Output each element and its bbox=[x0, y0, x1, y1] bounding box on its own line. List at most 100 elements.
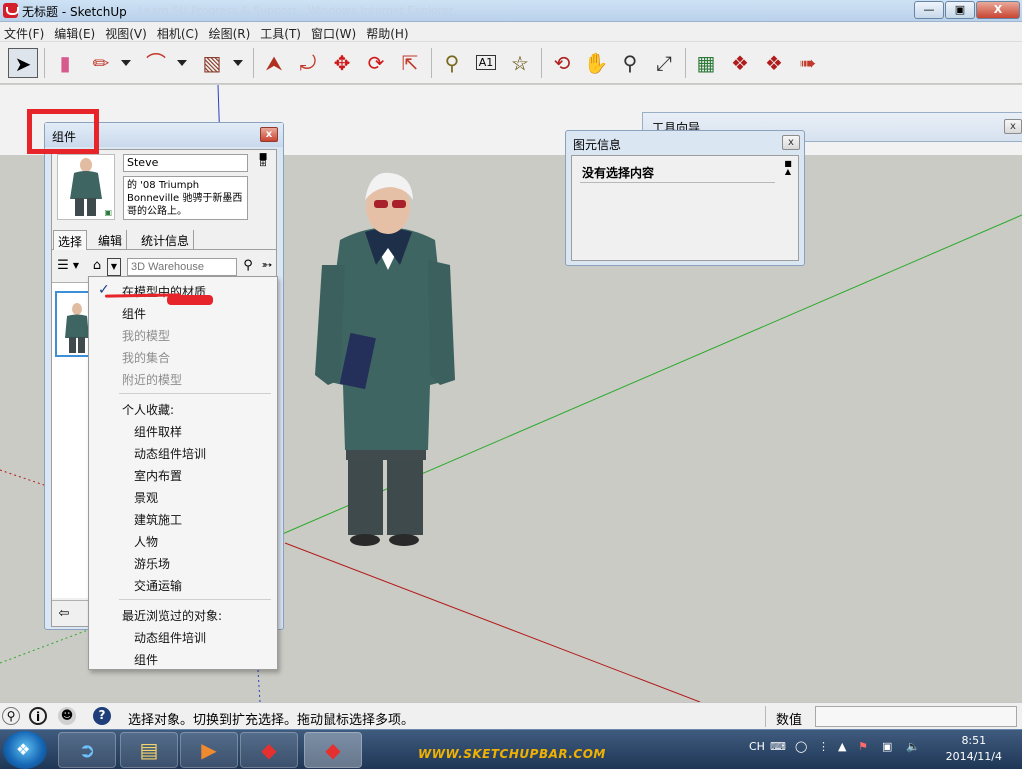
entity-info-window: 图元信息 x 没有选择内容 ■ ▲ bbox=[565, 130, 805, 266]
component-badge-icon: ▣ bbox=[104, 208, 112, 217]
warehouse-search-input[interactable] bbox=[127, 258, 237, 276]
network-icon[interactable]: ▣ bbox=[882, 740, 892, 753]
forward-icon[interactable]: ➳ bbox=[259, 258, 275, 274]
red-underline-annotation-tail bbox=[167, 295, 213, 305]
volume-icon[interactable]: 🔈 bbox=[906, 740, 920, 753]
close-button[interactable]: X bbox=[976, 1, 1020, 19]
language-indicator[interactable]: CH bbox=[749, 740, 765, 753]
menu-item-components[interactable]: 组件 bbox=[122, 305, 146, 322]
share-model-button[interactable]: ❖ bbox=[759, 48, 789, 78]
maximize-button[interactable]: ▣ bbox=[945, 1, 975, 19]
tab-statistics[interactable]: 统计信息 bbox=[137, 230, 195, 250]
menu-file[interactable]: 文件(F) bbox=[0, 22, 50, 41]
favorite-item[interactable]: 组件取样 bbox=[134, 423, 182, 440]
select-tool-button[interactable]: ➤ bbox=[8, 48, 38, 78]
components-close-button[interactable]: x bbox=[260, 127, 278, 142]
arc-tool-dropdown[interactable] bbox=[177, 60, 187, 66]
keyboard-icon[interactable]: ⌨ bbox=[770, 740, 786, 753]
details-toggle-icon[interactable]: ■ ⊞ bbox=[257, 153, 269, 170]
home-icon[interactable]: ⌂ bbox=[89, 258, 105, 274]
sketchup-logo-icon: ◆ bbox=[325, 738, 341, 762]
menu-edit[interactable]: 编辑(E) bbox=[50, 22, 101, 41]
favorite-item[interactable]: 建筑施工 bbox=[134, 511, 182, 528]
paint-bucket-tool-button[interactable]: ⛦ bbox=[505, 48, 535, 78]
favorite-item[interactable]: 室内布置 bbox=[134, 467, 182, 484]
red-axis-dotted bbox=[0, 469, 45, 486]
tray-options-icon[interactable]: ⋮ bbox=[818, 740, 829, 753]
send-to-layout-button[interactable]: ➠ bbox=[793, 48, 823, 78]
taskbar-media-player[interactable]: ▶ bbox=[180, 732, 238, 768]
view-options-dropdown-icon[interactable]: ▼ bbox=[71, 258, 81, 274]
show-hidden-icons[interactable]: ▲ bbox=[838, 740, 846, 753]
rotate-tool-button[interactable]: ⟳ bbox=[361, 48, 391, 78]
tab-select[interactable]: 选择 bbox=[53, 230, 88, 250]
get-models-button[interactable]: ❖ bbox=[725, 48, 755, 78]
info-icon[interactable]: i bbox=[29, 707, 47, 725]
clock[interactable]: 8:51 2014/11/4 bbox=[946, 733, 1002, 765]
follow-me-tool-button[interactable]: ⤾ bbox=[293, 48, 323, 78]
taskbar-ie[interactable]: ➲ bbox=[58, 732, 116, 768]
status-bar: ⚲ i ☻ ? 选择对象。切换到扩充选择。拖动鼠标选择多项。 数值 bbox=[0, 702, 1022, 729]
steve-figure[interactable] bbox=[310, 170, 470, 550]
menu-draw[interactable]: 绘图(R) bbox=[205, 22, 257, 41]
tool-guide-close-button[interactable]: x bbox=[1004, 119, 1022, 134]
taskbar-sketchup-2[interactable]: ◆ bbox=[304, 732, 362, 768]
warehouse-button[interactable]: ▦ bbox=[691, 48, 721, 78]
component-name-field[interactable]: Steve bbox=[123, 154, 248, 172]
action-center-flag-icon[interactable]: ⚑ bbox=[858, 740, 868, 753]
text-tool-button[interactable]: A1 bbox=[471, 48, 501, 78]
favorite-item[interactable]: 人物 bbox=[134, 533, 158, 550]
menu-tools[interactable]: 工具(T) bbox=[256, 22, 307, 41]
minimize-button[interactable]: — bbox=[914, 1, 944, 19]
push-pull-tool-button[interactable]: ⮝ bbox=[259, 48, 289, 78]
favorite-item[interactable]: 景观 bbox=[134, 489, 158, 506]
map-icon: ▦ bbox=[696, 51, 716, 75]
measurements-input[interactable] bbox=[815, 706, 1017, 727]
shape-tool-button[interactable]: ▧ bbox=[197, 48, 227, 78]
menu-camera[interactable]: 相机(C) bbox=[153, 22, 205, 41]
line-tool-button[interactable]: ✏ bbox=[86, 48, 116, 78]
menu-help[interactable]: 帮助(H) bbox=[362, 22, 414, 41]
back-icon[interactable]: ⇦ bbox=[56, 606, 72, 622]
menu-window[interactable]: 窗口(W) bbox=[307, 22, 362, 41]
favorite-item[interactable]: 动态组件培训 bbox=[134, 445, 206, 462]
search-icon[interactable]: ⚲ bbox=[240, 258, 256, 274]
tape-measure-tool-button[interactable]: ⚲ bbox=[437, 48, 467, 78]
scale-tool-button[interactable]: ⇱ bbox=[395, 48, 425, 78]
taskbar-explorer[interactable]: ▤ bbox=[120, 732, 178, 768]
pan-tool-button[interactable]: ✋ bbox=[581, 48, 611, 78]
user-icon[interactable]: ☻ bbox=[58, 707, 76, 725]
green-axis-dotted bbox=[0, 629, 89, 664]
eraser-icon: ▮ bbox=[59, 51, 71, 75]
orbit-tool-button[interactable]: ⟲ bbox=[547, 48, 577, 78]
zoom-tool-button[interactable]: ⚲ bbox=[615, 48, 645, 78]
expand-details-icon[interactable]: ■ ▲ bbox=[781, 160, 795, 178]
share-box-icon: ❖ bbox=[765, 51, 783, 75]
shape-tool-dropdown[interactable] bbox=[233, 60, 243, 66]
steve-result-thumbnail[interactable] bbox=[55, 291, 91, 357]
recent-item[interactable]: 组件 bbox=[134, 651, 158, 668]
collections-dropdown-icon[interactable]: ▼ bbox=[107, 258, 121, 276]
recent-item[interactable]: 动态组件培训 bbox=[134, 629, 206, 646]
help-tray-icon[interactable]: ◯ bbox=[795, 740, 807, 753]
geo-location-icon[interactable]: ⚲ bbox=[2, 707, 20, 725]
ghost-window-title: Learn SU Progress & Support - Windows In… bbox=[138, 4, 454, 17]
tab-edit[interactable]: 编辑 bbox=[94, 230, 128, 250]
start-button[interactable]: ❖ bbox=[3, 731, 47, 769]
arc-tool-button[interactable]: ⌒ bbox=[141, 48, 171, 78]
measurements-label: 数值 bbox=[776, 713, 803, 728]
arc-icon: ⌒ bbox=[146, 51, 166, 75]
favorite-item[interactable]: 交通运输 bbox=[134, 577, 182, 594]
component-description-field[interactable]: 的 '08 Triumph Bonneville 驰骋于新墨西哥的公路上。 bbox=[123, 176, 248, 220]
move-tool-button[interactable]: ✥ bbox=[327, 48, 357, 78]
entity-info-close-button[interactable]: x bbox=[782, 135, 800, 150]
menu-view[interactable]: 视图(V) bbox=[101, 22, 153, 41]
eraser-tool-button[interactable]: ▮ bbox=[50, 48, 80, 78]
highlight-box-annotation bbox=[27, 109, 99, 154]
help-icon[interactable]: ? bbox=[93, 707, 111, 725]
taskbar-sketchup-1[interactable]: ◆ bbox=[240, 732, 298, 768]
view-options-icon[interactable]: ☰ bbox=[55, 258, 71, 274]
line-tool-dropdown[interactable] bbox=[121, 60, 131, 66]
favorite-item[interactable]: 游乐场 bbox=[134, 555, 170, 572]
zoom-extents-tool-button[interactable]: ⤢ bbox=[649, 48, 679, 78]
